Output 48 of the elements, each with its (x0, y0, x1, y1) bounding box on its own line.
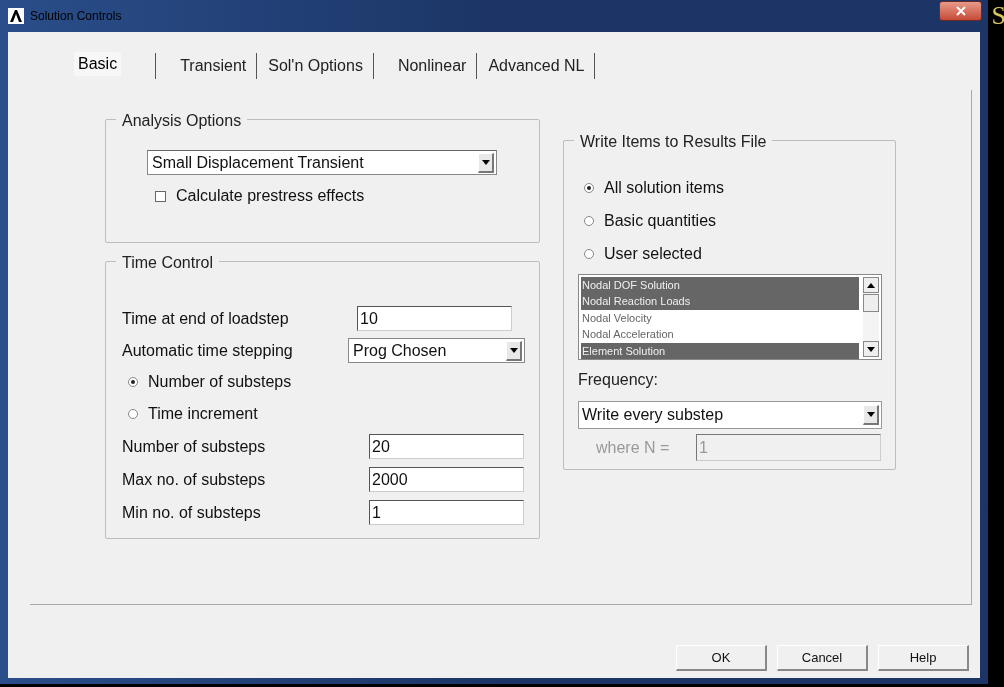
analysis-type-dropdown[interactable]: Small Displacement Transient (147, 150, 497, 175)
radio-button[interactable] (584, 248, 594, 259)
radio-label: User selected (604, 243, 702, 264)
field-label: Time at end of loadstep (122, 308, 290, 329)
radio-button[interactable] (584, 182, 594, 193)
tab[interactable]: Nonlinear (393, 54, 471, 78)
input-field[interactable]: 20 (369, 434, 524, 459)
dialog-button[interactable]: Help (878, 645, 969, 671)
field-label: Automatic time stepping (122, 340, 294, 361)
list-item[interactable]: Nodal Acceleration (581, 326, 859, 343)
frequency-dropdown[interactable]: Write every substep (578, 401, 882, 429)
field-label: Max no. of substeps (122, 469, 267, 490)
time-stepping-dropdown[interactable]: Prog Chosen (348, 338, 525, 363)
radio-label: Number of substeps (148, 372, 292, 392)
radio-label: Time increment (148, 404, 258, 424)
checkbox-label: Calculate prestress effects (176, 186, 365, 206)
input-field[interactable]: 1 (369, 500, 524, 525)
scroll-up-icon[interactable] (863, 277, 879, 293)
list-item[interactable]: Element Solution (581, 342, 859, 360)
close-button[interactable] (939, 1, 982, 21)
field-label: where N = (596, 437, 671, 458)
scroll-down-icon[interactable] (863, 341, 879, 357)
tab[interactable]: Advanced NL (484, 54, 589, 78)
tab[interactable]: Basic (74, 52, 122, 76)
list-item[interactable]: Nodal Velocity (581, 309, 859, 327)
field-label: Number of substeps (122, 436, 267, 457)
checkbox[interactable] (155, 190, 166, 202)
tab[interactable]: Transient (176, 54, 251, 78)
dialog-button[interactable]: OK (676, 645, 767, 671)
radio-button[interactable] (128, 377, 138, 387)
frequency-label: Frequency: (578, 370, 660, 390)
radio-label: All solution items (604, 177, 725, 198)
close-icon (955, 6, 966, 16)
background-letter: S (991, 0, 1004, 32)
list-item[interactable]: Nodal DOF Solution (581, 277, 859, 294)
scrollbar[interactable] (863, 277, 879, 357)
field-label: Min no. of substeps (122, 502, 262, 523)
radio-button[interactable] (128, 409, 138, 419)
tab[interactable]: Sol'n Options (264, 54, 367, 78)
input-field[interactable]: 10 (357, 306, 512, 331)
list-item[interactable]: Nodal Reaction Loads (581, 293, 859, 310)
radio-label: Basic quantities (604, 210, 717, 231)
input-field[interactable]: 2000 (369, 467, 524, 492)
app-logo-icon (8, 8, 24, 24)
radio-button[interactable] (584, 215, 594, 226)
scroll-thumb[interactable] (863, 294, 879, 312)
dialog-button[interactable]: Cancel (777, 645, 868, 671)
window-title: Solution Controls (30, 8, 122, 25)
